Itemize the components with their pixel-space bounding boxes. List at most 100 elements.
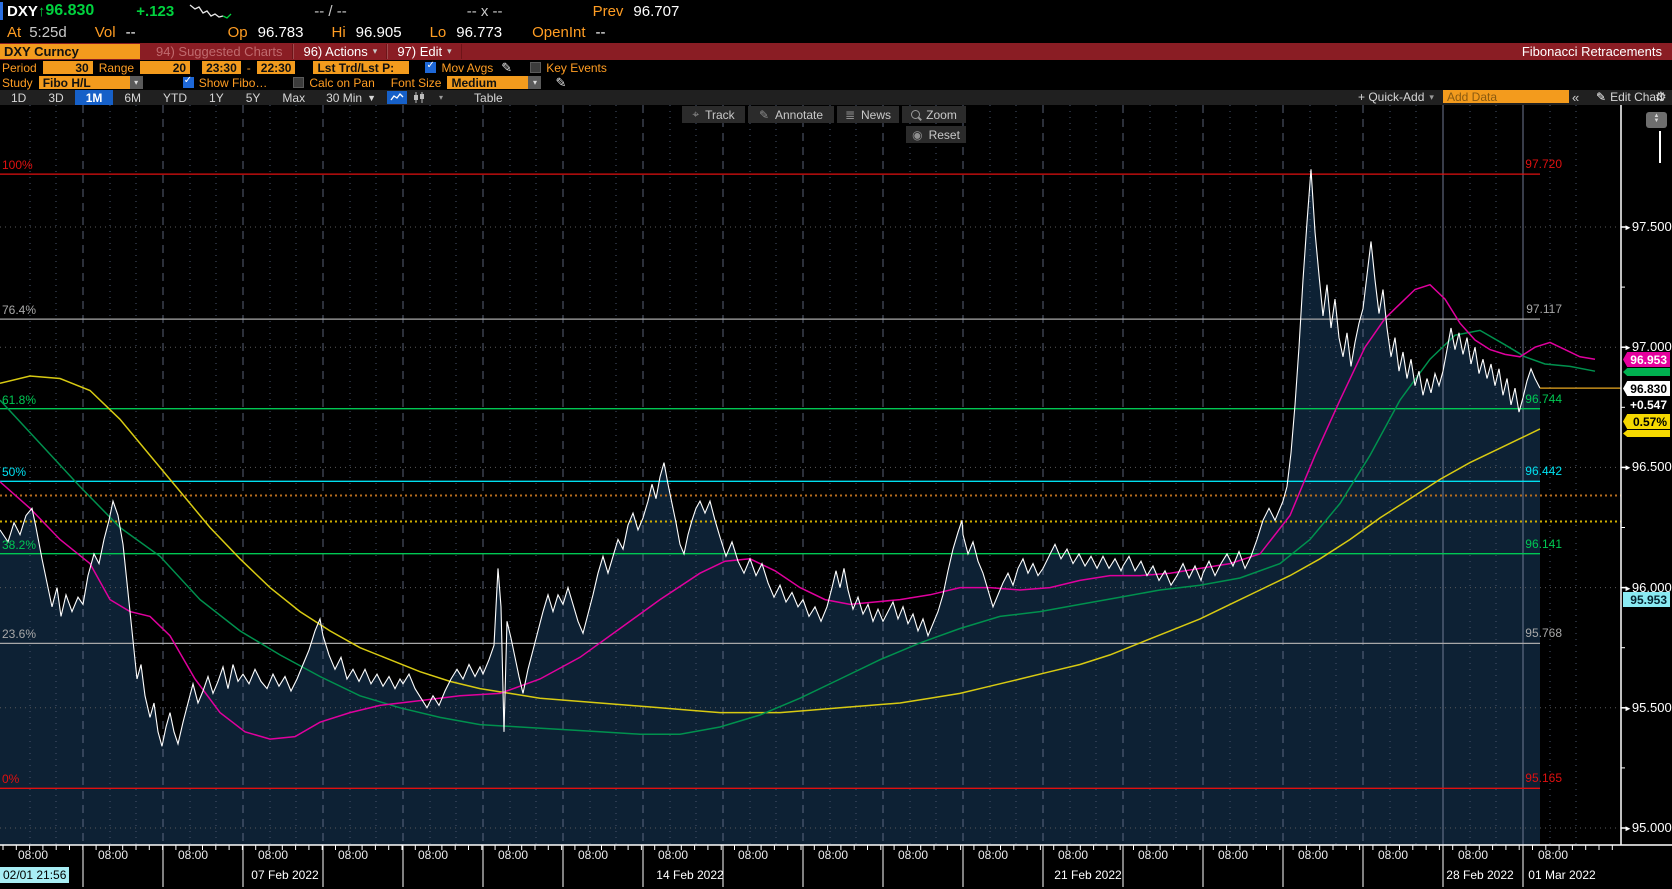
tab-1m[interactable]: 1M [74, 90, 114, 105]
price-mode-select[interactable]: Lst Trd/Lst P: [313, 61, 410, 75]
tick-arrow-icon: ► [1624, 223, 1632, 232]
tab-6m[interactable]: 6M [113, 90, 152, 105]
time-axis-label: 08:00 [657, 848, 689, 862]
period-label: Period [2, 60, 37, 75]
up-arrow-icon: ↑ [37, 2, 46, 20]
interval-select[interactable]: 30 Min ▼ [316, 91, 386, 105]
chevron-down-icon: ▾ [129, 76, 143, 89]
time-axis-label: 08:00 [497, 848, 529, 862]
show-fibo-label: Show Fibo… [198, 75, 268, 90]
time-axis-label: 08:00 [17, 848, 49, 862]
pencil-icon: ✎ [1596, 90, 1607, 104]
reset-button[interactable]: ◉ Reset [906, 126, 966, 143]
suggested-charts-button[interactable]: 94) Suggested Charts [146, 44, 294, 59]
fib-price-label: 96.141 [1525, 536, 1562, 551]
fib-price-label: 96.442 [1525, 464, 1562, 479]
pencil-icon[interactable]: ✎ [501, 60, 512, 76]
open-value: 96.783 [257, 23, 304, 41]
chart-type-dropdown[interactable]: ▾ [431, 91, 451, 104]
key-events-label: Key Events [546, 60, 607, 75]
prev-label: Prev [592, 2, 624, 20]
vol-value: -- [125, 23, 136, 41]
line-chart-type-icon[interactable] [387, 91, 408, 104]
fib-percent-label: 23.6% [2, 627, 37, 642]
calc-on-pan-checkbox[interactable] [293, 77, 305, 88]
annotate-button[interactable]: ✎ Annotate [748, 106, 834, 123]
table-button[interactable]: Table [474, 91, 503, 105]
tick-arrow-icon: ► [1624, 343, 1632, 353]
time-axis-label: 08:00 [737, 848, 769, 862]
tick-arrow-icon: ► [1624, 703, 1632, 713]
price-badge: 0.57% [1623, 414, 1670, 429]
tick-arrow-icon: ► [1624, 463, 1632, 473]
fib-percent-label: 50% [2, 465, 27, 480]
font-size-select[interactable]: Medium ▾ [447, 75, 542, 90]
mov-avgs-label: Mov Avgs [441, 60, 494, 75]
reset-label: Reset [928, 127, 960, 142]
news-button[interactable]: ≣ News [837, 106, 899, 123]
quick-add-button[interactable]: + Quick-Add ▾ [1358, 90, 1434, 104]
high-label: Hi [331, 23, 346, 41]
time-axis-label: 08:00 [1457, 848, 1489, 862]
track-button[interactable]: ⌖ Track [682, 106, 745, 123]
cursor-bar [0, 2, 3, 20]
mov-avgs-checkbox[interactable] [425, 60, 437, 73]
fib-percent-label: 61.8% [2, 392, 37, 407]
actions-menu-button[interactable]: 96) Actions ▾ [293, 44, 388, 59]
pencil-icon[interactable]: ✎ [555, 75, 566, 91]
time-axis-label: 08:00 [417, 848, 449, 862]
price-line [0, 169, 1541, 747]
time-axis-label: 08:00 [897, 848, 929, 862]
show-fibo-checkbox[interactable] [182, 75, 194, 88]
news-lines-icon: ≣ [844, 107, 856, 122]
at-value: 5:25d [29, 23, 67, 41]
collapse-panel-button[interactable]: « [1572, 90, 1579, 105]
y-axis-label: ►96.000 [1624, 579, 1672, 595]
fib-price-label: 96.744 [1525, 391, 1562, 406]
vol-label: Vol [94, 23, 116, 41]
time-to-input[interactable]: 22:30 [256, 61, 296, 75]
add-data-input[interactable]: Add Data [1443, 90, 1569, 104]
y-axis-label: ►95.500 [1624, 699, 1672, 715]
panel-collapse-icon[interactable]: ▲ ▼ [1646, 112, 1667, 128]
edit-chart-button[interactable]: ✎ Edit Chart [1596, 90, 1663, 104]
news-label: News [861, 107, 892, 122]
tab-ytd[interactable]: YTD [152, 90, 198, 105]
font-size-value: Medium [451, 75, 497, 90]
tab-5y[interactable]: 5Y [235, 90, 272, 105]
time-axis-label: 08:00 [977, 848, 1009, 862]
candlestick-chart-type-icon[interactable] [409, 91, 429, 104]
ma_fast-line [0, 283, 1596, 740]
edit-menu-button[interactable]: 97) Edit ▾ [387, 44, 462, 59]
security-input[interactable]: DXY Curncy [0, 44, 140, 59]
price-badge: +0.547 [1629, 398, 1667, 412]
axis-drag-handle[interactable] [1659, 131, 1661, 163]
page-title: Fibonacci Retracements [1521, 44, 1662, 59]
interval-value: 30 Min [326, 90, 363, 105]
date-axis-label: 14 Feb 2022 [656, 868, 724, 882]
pencil-icon: ✎ [758, 107, 769, 122]
time-axis-label: 08:00 [577, 848, 609, 862]
gear-icon[interactable]: ⚙ [1655, 89, 1667, 104]
actions-label: 96) Actions [303, 44, 368, 59]
study-select[interactable]: Fibo H/L ▾ [38, 76, 143, 90]
last-price: 96.830 [45, 2, 95, 19]
price-area-fill [0, 169, 1540, 846]
period-input[interactable]: 30 [42, 61, 93, 75]
tick-arrow-icon: ► [1624, 824, 1632, 833]
tab-3d[interactable]: 3D [37, 90, 74, 105]
tab-1d[interactable]: 1D [0, 90, 37, 105]
zoom-button[interactable]: Zoom [902, 106, 966, 123]
time-axis-label: 08:00 [177, 848, 209, 862]
chevron-down-icon: ▼ [367, 92, 377, 103]
time-axis-label: 08:00 [97, 848, 129, 862]
range-input[interactable]: 20 [140, 61, 191, 75]
key-events-checkbox[interactable] [530, 62, 542, 73]
tab-1y[interactable]: 1Y [198, 90, 235, 105]
time-axis-label: 08:00 [1217, 848, 1249, 862]
chart-canvas[interactable] [0, 0, 1672, 889]
tab-max[interactable]: Max [271, 90, 316, 105]
ma_mid-line [0, 329, 1596, 735]
time-from-input[interactable]: 23:30 [202, 61, 241, 75]
low-value: 96.773 [456, 23, 503, 41]
